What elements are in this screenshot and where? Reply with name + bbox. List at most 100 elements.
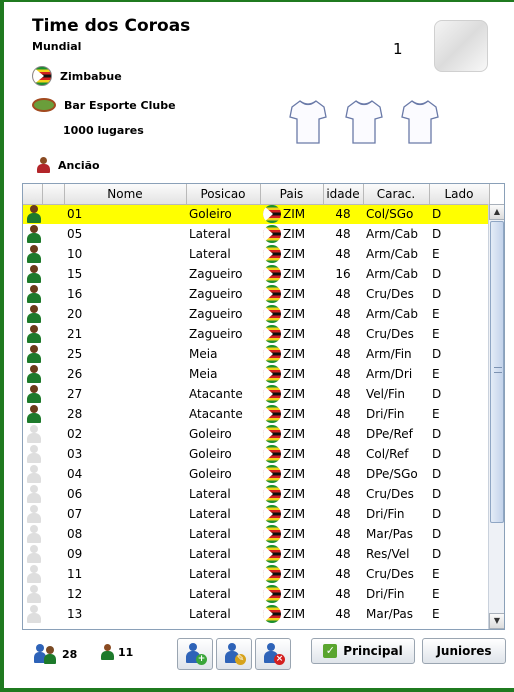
player-icon [26, 585, 42, 603]
column-header-pais[interactable]: Pais [260, 184, 324, 205]
zimbabwe-flag-icon [263, 385, 281, 403]
table-row[interactable]: 06 Lateral ZIM 48 Cru/Des D [23, 484, 489, 504]
player-country: ZIM [260, 244, 323, 264]
table-row[interactable]: 03 Goleiro ZIM 48 Col/Ref D [23, 444, 489, 464]
column-header[interactable] [23, 184, 43, 205]
player-traits: Arm/Dri [366, 367, 413, 381]
table-row[interactable]: 15 Zagueiro ZIM 16 Arm/Cab D [23, 264, 489, 284]
table-row[interactable]: 27 Atacante ZIM 48 Vel/Fin D [23, 384, 489, 404]
scroll-down-icon[interactable]: ▼ [489, 613, 504, 629]
table-row[interactable]: 16 Zagueiro ZIM 48 Cru/Des D [23, 284, 489, 304]
player-side: E [432, 587, 440, 601]
shirt-icon[interactable] [288, 98, 328, 146]
main-players-stat: 11 [100, 644, 133, 660]
player-traits: Col/SGo [363, 204, 429, 224]
player-icon [26, 325, 42, 343]
table-row[interactable]: 04 Goleiro ZIM 48 DPe/SGo D [23, 464, 489, 484]
table-row[interactable]: 05 Lateral ZIM 48 Arm/Cab D [23, 224, 489, 244]
player-name: 11 [67, 567, 83, 581]
player-side: D [432, 507, 442, 521]
column-header-carac[interactable]: Carac. [363, 184, 430, 205]
shirt-icon[interactable] [344, 98, 384, 146]
column-header-posicao[interactable]: Posicao [186, 184, 261, 205]
table-row[interactable]: 10 Lateral ZIM 48 Arm/Cab E [23, 244, 489, 264]
table-scrollbar[interactable]: ▲ ▼ [488, 204, 504, 629]
table-row[interactable]: 07 Lateral ZIM 48 Dri/Fin D [23, 504, 489, 524]
zimbabwe-flag-icon [263, 405, 281, 423]
player-country: ZIM [260, 524, 323, 544]
table-row[interactable]: 13 Lateral ZIM 48 Mar/Pas E [23, 604, 489, 624]
player-traits: Vel/Fin [366, 387, 406, 401]
player-status-cell [23, 584, 42, 604]
table-row[interactable]: 26 Meia ZIM 48 Arm/Dri E [23, 364, 489, 384]
zimbabwe-flag-icon [263, 345, 281, 363]
scroll-up-icon[interactable]: ▲ [489, 204, 504, 220]
edit-player-button[interactable]: ✎ [216, 638, 252, 670]
table-row[interactable]: 12 Lateral ZIM 48 Dri/Fin E [23, 584, 489, 604]
total-players-count: 28 [62, 647, 78, 661]
remove-icon: × [274, 654, 285, 665]
player-status-cell [23, 504, 42, 524]
player-name: 20 [67, 307, 83, 321]
table-row[interactable]: 01 Goleiro ZIM 48 Col/SGo D [23, 204, 489, 224]
player-position: Lateral [189, 527, 231, 541]
player-traits: Cru/Des [366, 287, 414, 301]
player-country: ZIM [260, 284, 323, 304]
player-side: D [432, 447, 442, 461]
principal-button[interactable]: ✓ Principal [311, 638, 415, 664]
player-position: Lateral [189, 547, 231, 561]
player-age: 48 [335, 487, 351, 501]
capacity-row: 1000 lugares [63, 124, 144, 137]
player-status-cell [23, 404, 42, 424]
player-country: ZIM [260, 444, 323, 464]
zimbabwe-flag-icon [263, 325, 281, 343]
column-header-lado[interactable]: Lado [429, 184, 490, 205]
player-name: 15 [67, 267, 83, 281]
player-status-cell [23, 264, 42, 284]
player-icon [100, 644, 114, 660]
player-name: 08 [67, 527, 83, 541]
scrollbar-thumb[interactable] [490, 221, 504, 523]
player-position: Lateral [189, 247, 231, 261]
remove-player-button[interactable]: × [255, 638, 291, 670]
table-row[interactable]: 02 Goleiro ZIM 48 DPe/Ref D [23, 424, 489, 444]
player-name: 09 [67, 547, 83, 561]
player-name: 12 [67, 587, 83, 601]
player-side: D [429, 204, 489, 224]
player-icon [26, 205, 42, 224]
player-status-cell [23, 444, 42, 464]
add-player-button[interactable]: + [177, 638, 213, 670]
table-row[interactable]: 11 Lateral ZIM 48 Cru/Des E [23, 564, 489, 584]
player-icon [26, 605, 42, 623]
player-side: E [432, 247, 440, 261]
table-row[interactable]: 20 Zagueiro ZIM 48 Arm/Cab E [23, 304, 489, 324]
team-crest-icon [434, 20, 488, 72]
column-header-idade[interactable]: idade [323, 184, 364, 205]
player-icon [26, 285, 42, 303]
players-table[interactable]: Nome Posicao Pais idade Carac. Lado 01 Go… [22, 183, 505, 630]
player-age: 48 [335, 527, 351, 541]
player-side: D [432, 287, 442, 301]
player-country: ZIM [260, 584, 323, 604]
table-row[interactable]: 28 Atacante ZIM 48 Dri/Fin E [23, 404, 489, 424]
player-position: Meia [189, 347, 218, 361]
stadium-row: Bar Esporte Clube [32, 98, 176, 112]
zimbabwe-flag-icon [263, 565, 281, 583]
shirt-icon[interactable] [400, 98, 440, 146]
table-row[interactable]: 08 Lateral ZIM 48 Mar/Pas D [23, 524, 489, 544]
column-header[interactable] [42, 184, 65, 205]
player-status-cell [23, 484, 42, 504]
player-status-cell [23, 424, 42, 444]
juniores-button[interactable]: Juniores [422, 638, 506, 664]
column-header-nome[interactable]: Nome [64, 184, 187, 205]
player-status-cell [23, 384, 42, 404]
player-icon [26, 465, 42, 483]
table-row[interactable]: 25 Meia ZIM 48 Arm/Fin D [23, 344, 489, 364]
uniforms [288, 98, 440, 146]
player-icon [26, 485, 42, 503]
table-row[interactable]: 21 Zagueiro ZIM 48 Cru/Des E [23, 324, 489, 344]
total-players-stat: 28 [34, 644, 77, 664]
player-age: 48 [335, 367, 351, 381]
table-row[interactable]: 09 Lateral ZIM 48 Res/Vel D [23, 544, 489, 564]
player-icon [26, 385, 42, 403]
